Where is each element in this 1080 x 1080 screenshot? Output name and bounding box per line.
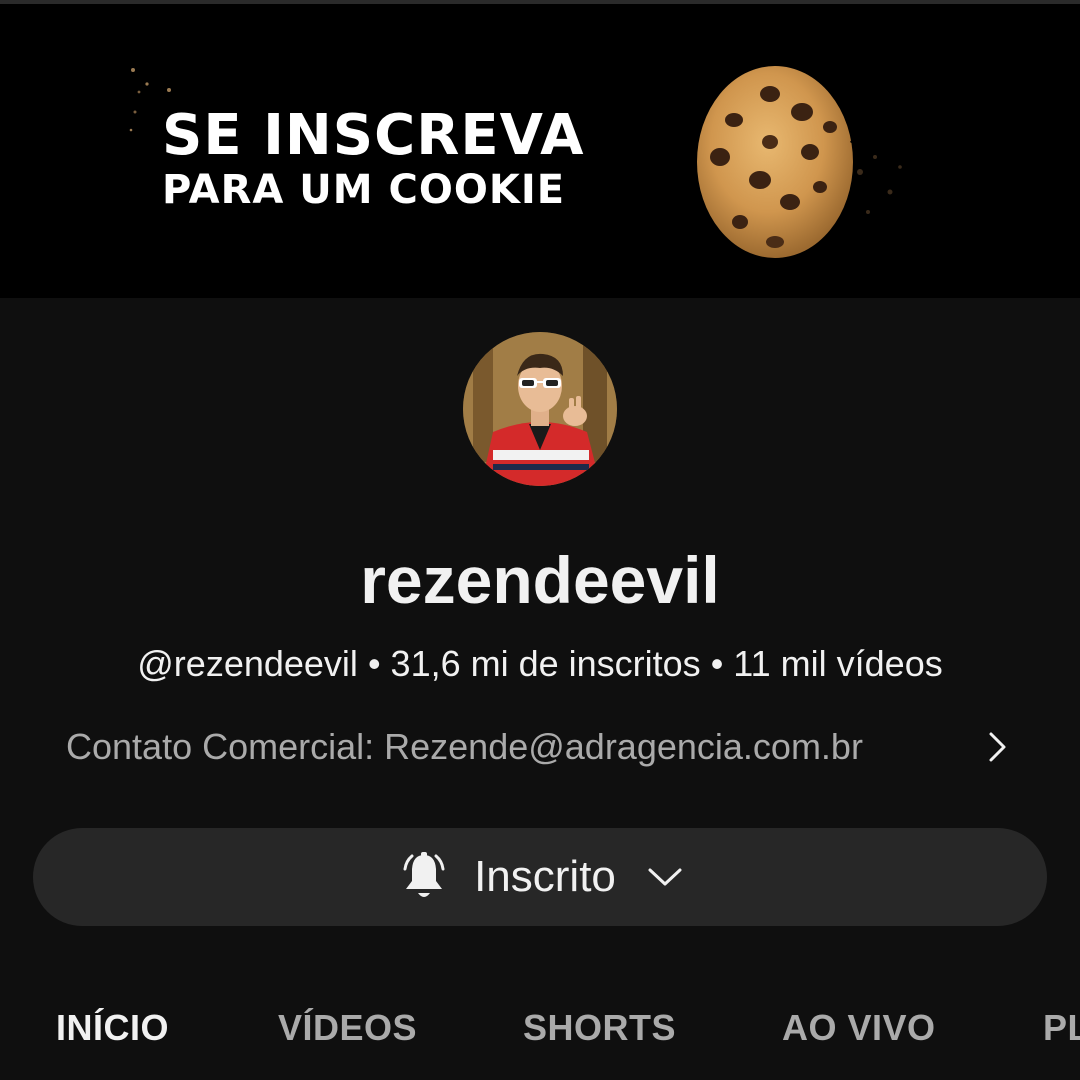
avatar-image [463,332,617,486]
banner-title: SE INSCREVA [162,103,585,168]
subscribe-content: Inscrito [396,849,684,905]
tab-shorts[interactable]: SHORTS [523,1000,676,1056]
banner-slogan: SE INSCREVA PARA UM COOKIE [162,103,662,213]
channel-description[interactable]: Contato Comercial: Rezende@adragencia.co… [66,722,1026,772]
channel-page: SE INSCREVA PARA UM COOKIE rezendeevil @… [0,0,1080,1080]
tab-videos[interactable]: VÍDEOS [278,1000,417,1056]
channel-banner[interactable]: SE INSCREVA PARA UM COOKIE [0,4,1080,298]
meta-separator: • [710,643,724,684]
subscriber-count: 31,6 mi de inscritos [390,643,701,684]
channel-tabs: INÍCIO VÍDEOS SHORTS AO VIVO PL [0,1000,1080,1060]
contact-text: Contato Comercial: Rezende@adragencia.co… [66,726,863,767]
avatar[interactable] [463,332,617,486]
tab-inicio[interactable]: INÍCIO [56,1000,169,1056]
video-count: 11 mil vídeos [733,643,943,684]
tab-playlists[interactable]: PL [1043,1000,1080,1056]
tab-ao-vivo[interactable]: AO VIVO [782,1000,936,1056]
chevron-right-icon [989,732,1006,762]
banner-subtitle: PARA UM COOKIE [162,167,566,213]
chevron-down-icon [648,868,682,886]
channel-title: rezendeevil [360,543,720,617]
cookie-icon [697,62,930,262]
bell-icon [403,852,445,897]
channel-meta: @rezendeevil • 31,6 mi de inscritos • 11 mil… [0,640,1080,688]
subscribe-label: Inscrito [474,852,616,901]
subscribed-button[interactable]: Inscrito [33,828,1047,926]
meta-separator: • [367,643,381,684]
channel-handle: @rezendeevil [137,643,358,684]
